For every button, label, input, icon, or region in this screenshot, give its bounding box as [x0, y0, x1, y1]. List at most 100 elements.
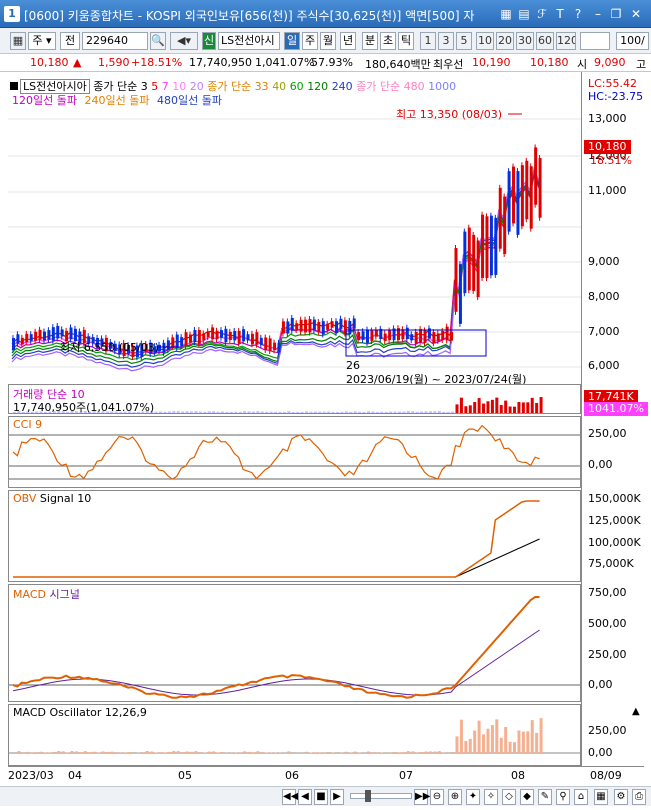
tab-tick[interactable]: 틱 [398, 32, 414, 50]
macd-legend: MACD 시그널 [13, 586, 80, 602]
market-select[interactable]: 주 ▾ [28, 32, 56, 50]
volume-bar [247, 411, 251, 413]
volume-bar [353, 411, 357, 413]
layout-icon[interactable]: ▦ [10, 32, 26, 50]
obv-pane[interactable]: OBV Signal 10 [8, 490, 581, 582]
t-icon[interactable]: T [552, 6, 568, 22]
count-input[interactable]: 100/ [616, 32, 649, 50]
interval-1[interactable]: 1 [420, 32, 436, 50]
volume-bar [508, 406, 512, 413]
osc-bar [424, 751, 428, 753]
interval-60[interactable]: 60 [536, 32, 554, 50]
scroll-prev-icon[interactable]: ◀ [298, 789, 312, 805]
obv-chart-svg [13, 500, 540, 578]
candle-body [259, 337, 263, 345]
period-select[interactable]: 전 [60, 32, 80, 50]
scroll-first-icon[interactable]: ◀◀ [282, 789, 298, 805]
candle-body [401, 329, 405, 340]
tool4-icon[interactable]: ◆ [520, 789, 534, 805]
scroll-next-icon[interactable]: ▶ [330, 789, 344, 805]
grid-icon[interactable]: ▦ [498, 6, 514, 22]
search-icon[interactable]: 🔍 [150, 32, 166, 50]
tab-week[interactable]: 주 [302, 32, 318, 50]
cci-tick: 0,00 [588, 458, 613, 471]
candle-body [326, 323, 330, 330]
volume-bar [406, 411, 410, 413]
stock-code-input[interactable]: 229640 [82, 32, 148, 50]
tab-day[interactable]: 일 [284, 32, 300, 50]
volume-bar [176, 411, 180, 413]
speaker-icon[interactable]: ◀▾ [170, 32, 198, 50]
volume-bar [282, 411, 286, 413]
volume-bar [243, 411, 247, 413]
volume-bar [203, 411, 207, 413]
osc-bar [48, 752, 52, 753]
osc-bar [176, 751, 180, 753]
zoom-in-icon[interactable]: ⊕ [448, 789, 462, 805]
tool6-icon[interactable]: ⚲ [556, 789, 570, 805]
osc-bar [83, 751, 87, 753]
gear-icon[interactable]: ⚙ [614, 789, 628, 805]
volume-bar [504, 400, 508, 413]
tab-second[interactable]: 초 [380, 32, 396, 50]
pct-tag: 18.51% [590, 154, 632, 167]
tab-minute[interactable]: 분 [362, 32, 378, 50]
volume-bar [380, 411, 384, 413]
question-icon[interactable]: ? [570, 6, 586, 22]
price-pane[interactable]: LS전선아시아 종가 단순 3 5 7 10 20 종가 단순 33 40 60… [8, 72, 581, 386]
interval-3[interactable]: 3 [438, 32, 454, 50]
close-icon[interactable]: ✕ [628, 6, 644, 22]
candle-body [20, 337, 24, 345]
stop-icon[interactable]: ■ [314, 789, 328, 805]
hc-label: HC:-23.75 [588, 90, 644, 103]
zoom-slider[interactable] [350, 790, 412, 802]
scroll-end-icon[interactable]: ▶▶ [414, 789, 430, 805]
osc-bar [486, 728, 490, 753]
tool1-icon[interactable]: ✦ [466, 789, 480, 805]
volume-bar [517, 402, 521, 413]
candle-body [445, 326, 449, 341]
interval-10[interactable]: 10 [476, 32, 494, 50]
tab-month[interactable]: 월 [320, 32, 336, 50]
candle-body [312, 319, 316, 331]
minimize-icon[interactable]: – [590, 6, 606, 22]
candle-body [414, 331, 418, 344]
print-icon[interactable]: ⎙ [632, 789, 646, 805]
interval-20[interactable]: 20 [496, 32, 514, 50]
cci-pane[interactable]: CCI 9 [8, 416, 581, 488]
high-note: 최고 13,350 (08/03) [396, 108, 503, 121]
candle-body [476, 240, 480, 298]
restore-icon[interactable]: ❐ [608, 6, 624, 22]
macd-tick: 250,00 [588, 648, 627, 661]
osc-tick: 0,00 [588, 746, 613, 759]
candle-body [12, 338, 15, 350]
zoom-out-icon[interactable]: ⊖ [430, 789, 444, 805]
window-number: 1 [4, 6, 20, 22]
stock-name-field[interactable]: LS전선아시 [218, 32, 280, 50]
tool5-icon[interactable]: ✎ [538, 789, 552, 805]
interval-5[interactable]: 5 [456, 32, 472, 50]
volume-bar [375, 411, 379, 413]
tool7-icon[interactable]: ⌂ [574, 789, 588, 805]
trade-volume: 17,740,950 [189, 56, 252, 69]
volume-bar [251, 411, 255, 413]
macd-pane[interactable]: MACD 시그널 [8, 584, 581, 702]
osc-bar [389, 752, 393, 753]
text-icon[interactable]: ℱ [534, 6, 550, 22]
volume-bar [220, 411, 224, 413]
volume-bar [212, 411, 216, 413]
tool2-icon[interactable]: ✧ [484, 789, 498, 805]
interval-30[interactable]: 30 [516, 32, 534, 50]
osc-bar [428, 751, 432, 753]
macd-osc-pane[interactable]: MACD Oscillator 12,26,9 [8, 704, 581, 766]
tool8-icon[interactable]: ▦ [594, 789, 608, 805]
tab-year[interactable]: 년 [340, 32, 356, 50]
tool3-icon[interactable]: ◇ [502, 789, 516, 805]
candle-body [308, 319, 312, 333]
book-icon[interactable]: ▤ [516, 6, 532, 22]
up-triangle-icon[interactable]: ▲ [632, 706, 640, 717]
interval-120[interactable]: 120 [556, 32, 576, 50]
osc-bar [35, 752, 39, 753]
interval-input[interactable] [580, 32, 610, 50]
volume-pane[interactable]: 거래량 단순 10 17,740,950주(1,041.07%) [8, 384, 581, 414]
